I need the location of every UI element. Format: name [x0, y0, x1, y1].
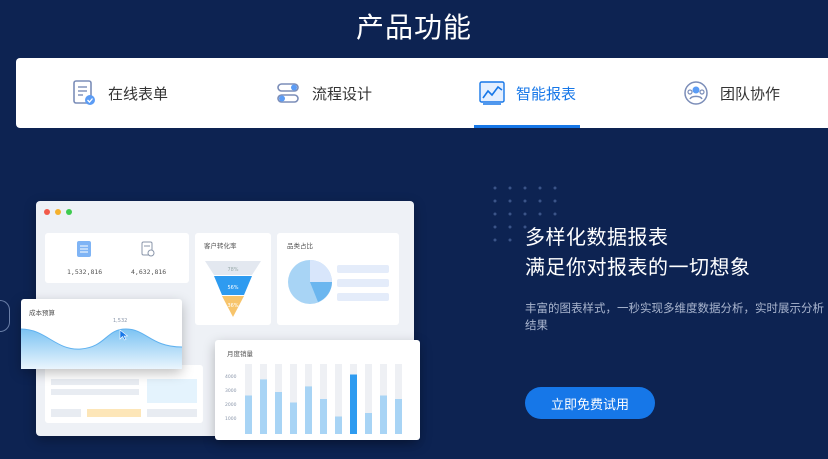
tab-smart-report[interactable]: 智能报表 [478, 58, 576, 128]
tab-team-collab[interactable]: 团队协作 [682, 58, 780, 128]
stats-card: 1,532,816 4,632,816 [45, 233, 189, 283]
sales-title: 月度销量 [227, 350, 253, 358]
conversion-title: 客户转化率 [204, 242, 237, 250]
free-trial-button[interactable]: 立即免费试用 [525, 387, 655, 419]
workflow-icon [274, 79, 302, 107]
feature-heading-line2: 满足你对报表的一切想象 [525, 255, 751, 279]
budget-card: 成本预算 1,532 [21, 299, 182, 369]
funnel-label-2: 56% [227, 285, 238, 291]
bar [245, 395, 252, 434]
axis-tick: 4000 [225, 375, 237, 380]
placeholder-bar [51, 389, 139, 395]
bar [275, 392, 282, 434]
bar [290, 402, 297, 434]
placeholder-card [45, 365, 203, 423]
axis-tick: 1000 [225, 417, 237, 422]
bar [305, 386, 312, 434]
feature-heading-line1: 多样化数据报表 [525, 225, 669, 249]
slider-prev-button[interactable] [0, 300, 10, 332]
funnel-label-3: 36% [227, 303, 238, 309]
bar [350, 374, 357, 434]
budget-title: 成本预算 [29, 309, 55, 317]
feature-heading: 多样化数据报表 满足你对报表的一切想象 [525, 222, 751, 282]
tab-workflow[interactable]: 流程设计 [274, 58, 372, 128]
tab-label: 团队协作 [720, 84, 781, 103]
cursor-icon [119, 329, 129, 341]
bar [395, 399, 402, 434]
category-card: 品类占比 [277, 233, 399, 325]
stat-value-2: 4,632,816 [131, 268, 167, 276]
legend-bar [337, 265, 389, 273]
active-tab-indicator [474, 125, 580, 128]
bar [380, 395, 387, 434]
placeholder-bar [147, 409, 197, 417]
form-document-icon [70, 79, 98, 107]
tab-online-form[interactable]: 在线表单 [70, 58, 168, 128]
axis-tick: 2000 [225, 403, 237, 408]
legend-bar [337, 279, 389, 287]
document-check-icon [141, 241, 155, 257]
stat-value-1: 1,532,816 [67, 268, 103, 276]
bar [365, 413, 372, 434]
pie-chart [288, 260, 332, 304]
funnel-chart: 78% 56% 36% [205, 261, 261, 317]
placeholder-bar [51, 379, 139, 385]
feature-description: 丰富的图表样式，一秒实现多维度数据分析，实时展示分析结果 [525, 301, 824, 332]
bar-chart [245, 364, 402, 434]
category-title: 品类占比 [287, 242, 313, 250]
funnel-label-1: 78% [227, 267, 238, 273]
tab-label: 在线表单 [108, 84, 169, 103]
placeholder-block [147, 379, 197, 403]
placeholder-bar [87, 409, 141, 417]
placeholder-bar [51, 409, 81, 417]
window-minimize-dot [55, 209, 61, 215]
section-title: 产品功能 [355, 11, 472, 44]
monthly-sales-card: 月度销量 4000 3000 2000 1000 [215, 340, 420, 440]
list-icon [77, 241, 91, 257]
area-chart [21, 328, 182, 369]
window-close-dot [44, 209, 50, 215]
bar [260, 379, 267, 434]
tab-label: 智能报表 [516, 84, 577, 103]
axis-tick: 3000 [225, 389, 237, 394]
team-icon [682, 79, 710, 107]
feature-tabs: 在线表单 流程设计 智能报表 团队协作 [16, 58, 828, 128]
legend-bar [337, 293, 389, 301]
conversion-card: 客户转化率 78% 56% 36% [195, 233, 271, 325]
line-chart-icon [478, 79, 506, 107]
bar [335, 416, 342, 434]
tab-label: 流程设计 [312, 84, 373, 103]
bar [320, 399, 327, 434]
window-maximize-dot [66, 209, 72, 215]
